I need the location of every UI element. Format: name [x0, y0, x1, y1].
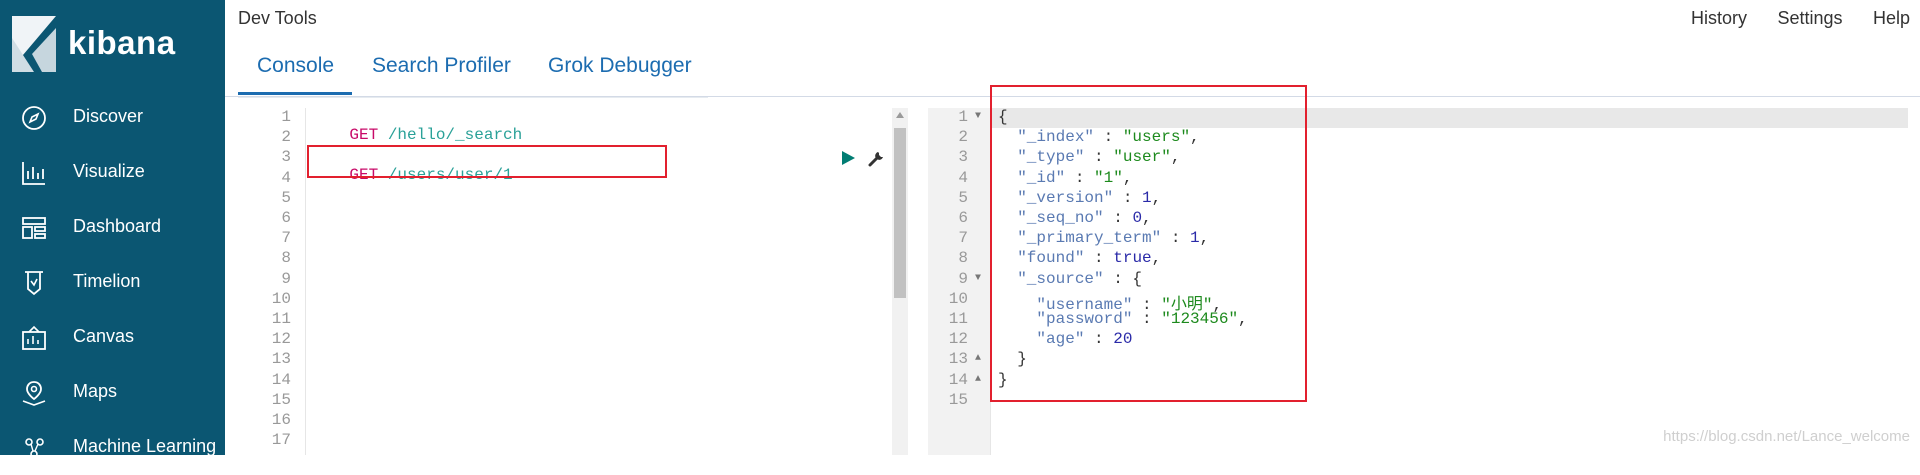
- line-number: 14: [271, 370, 291, 389]
- watermark: https://blog.csdn.net/Lance_welcome: [1663, 428, 1910, 445]
- scroll-up-arrow-icon[interactable]: [896, 112, 904, 118]
- line-number: 12: [271, 330, 291, 349]
- line-number: 13: [271, 350, 291, 369]
- tab-console[interactable]: Console: [257, 54, 334, 78]
- line-number: 12: [948, 330, 968, 349]
- http-method: GET: [349, 126, 379, 144]
- sidebar-item-maps[interactable]: Maps: [0, 365, 225, 420]
- sidebar-item-label: Machine Learning: [73, 436, 217, 456]
- line-number: 8: [281, 249, 291, 268]
- kibana-logo[interactable]: kibana: [12, 16, 212, 72]
- sidebar-item-canvas[interactable]: Canvas: [0, 310, 225, 365]
- play-icon[interactable]: [840, 150, 856, 166]
- sidebar-item-label: Maps: [73, 381, 118, 401]
- tab-search-profiler[interactable]: Search Profiler: [372, 54, 511, 78]
- line-number: 11: [948, 310, 968, 328]
- sidebar-item-label: Timelion: [73, 271, 141, 291]
- line-number: 17: [271, 431, 291, 450]
- line-number: 9: [958, 269, 968, 288]
- response-highlight-box: [990, 85, 1307, 402]
- line-number: 15: [271, 390, 291, 409]
- sidebar-item-label: Discover: [73, 106, 144, 126]
- kibana-logo-icon: [12, 16, 56, 72]
- timelion-icon: [25, 271, 43, 296]
- line-number: 16: [271, 411, 291, 429]
- line-number: 5: [958, 188, 968, 207]
- scrollbar-thumb[interactable]: [894, 128, 906, 298]
- settings-link[interactable]: Settings: [1777, 8, 1842, 29]
- active-tab-indicator: [238, 92, 352, 95]
- history-link[interactable]: History: [1691, 8, 1747, 29]
- line-number: 4: [281, 168, 291, 187]
- dashboard-icon: [22, 217, 46, 239]
- sidebar-item-machine-learning[interactable]: Machine Learning: [0, 420, 225, 475]
- header-links: History Settings Help: [1665, 8, 1910, 32]
- sidebar-item-label: Canvas: [73, 326, 135, 346]
- request-scrollbar[interactable]: [892, 108, 908, 455]
- fold-arrow-down-icon[interactable]: ▼: [975, 111, 981, 122]
- request-path: /hello/_search: [378, 126, 523, 144]
- line-number: 2: [281, 128, 291, 147]
- brand-name: kibana: [68, 24, 176, 61]
- sidebar-item-discover[interactable]: Discover: [0, 90, 225, 145]
- page-title: Dev Tools: [238, 8, 317, 28]
- fold-arrow-down-icon[interactable]: ▼: [975, 273, 981, 284]
- line-number: 8: [958, 249, 968, 268]
- line-number: 7: [958, 229, 968, 248]
- line-number: 3: [958, 148, 968, 167]
- sidebar-item-label: Dashboard: [73, 216, 162, 236]
- dev-tools-tabs: Console Search Profiler Grok Debugger: [238, 50, 708, 98]
- map-icon: [22, 381, 46, 406]
- sidebar-nav: Discover Visualize Dashboard Timelion Ca…: [0, 90, 225, 475]
- chart-icon: [22, 162, 45, 185]
- compass-icon: [22, 106, 46, 130]
- line-number: 11: [271, 310, 291, 328]
- sidebar: kibana Discover Visualize Dashboard Time…: [0, 0, 225, 458]
- line-number: 3: [281, 148, 291, 167]
- line-number: 7: [281, 229, 291, 248]
- line-number: 14: [948, 370, 968, 389]
- line-number: 13: [948, 350, 968, 369]
- help-link[interactable]: Help: [1873, 8, 1910, 29]
- line-number: 6: [281, 209, 291, 227]
- line-number: 1: [281, 108, 291, 126]
- wrench-icon[interactable]: [868, 149, 886, 167]
- line-number: 9: [281, 269, 291, 288]
- fold-arrow-up-icon[interactable]: ▲: [975, 353, 981, 364]
- line-number: 10: [948, 289, 968, 308]
- fold-arrow-up-icon[interactable]: ▲: [975, 374, 981, 385]
- sidebar-item-visualize[interactable]: Visualize: [0, 145, 225, 200]
- request-highlight-box: [307, 145, 667, 178]
- sidebar-item-dashboard[interactable]: Dashboard: [0, 200, 225, 255]
- ml-icon: [25, 438, 44, 458]
- request-gutter: 1 2 3 4 5 6 7 8 9 10 11 12 13 14 15 16 17: [230, 108, 306, 455]
- tab-grok-debugger[interactable]: Grok Debugger: [548, 54, 692, 78]
- line-number: 4: [958, 168, 968, 187]
- line-number: 6: [958, 209, 968, 227]
- line-number: 10: [271, 289, 291, 308]
- response-gutter: 1 2 3 4 5 6 7 8 9 10 11 12 13 14 15 ▼ ▼ ▲ ▲: [928, 108, 991, 455]
- line-number: 15: [948, 390, 968, 409]
- line-number: 1: [958, 108, 968, 126]
- line-number: 2: [958, 128, 968, 147]
- sidebar-item-timelion[interactable]: Timelion: [0, 255, 225, 310]
- canvas-icon: [22, 325, 46, 350]
- line-number: 5: [281, 188, 291, 207]
- sidebar-item-label: Visualize: [73, 161, 145, 181]
